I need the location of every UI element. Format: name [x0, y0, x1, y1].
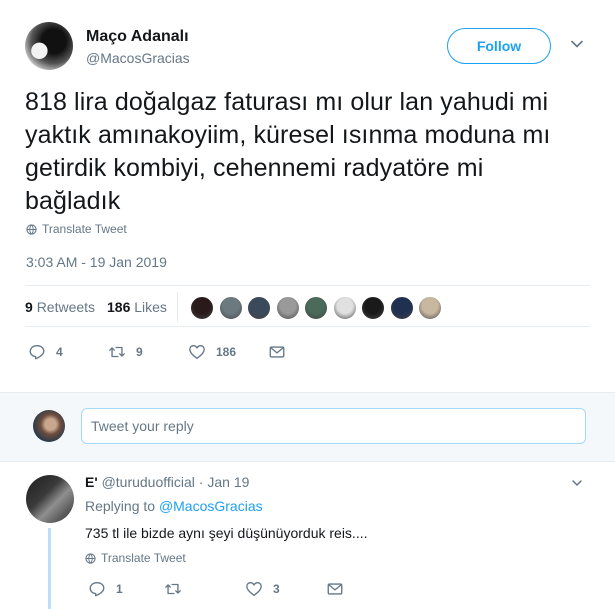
translate-tweet-link[interactable]: Translate Tweet: [26, 222, 127, 236]
author-name[interactable]: Maço Adanalı: [86, 28, 189, 46]
reply-header: E' @turuduofficial · Jan 19: [85, 474, 249, 490]
reply-action[interactable]: 1: [88, 580, 123, 598]
translate-reply-link[interactable]: Translate Tweet: [85, 551, 186, 565]
retweets-count: 9: [25, 299, 33, 315]
reply-count: 4: [56, 345, 63, 359]
liker-avatar[interactable]: [389, 296, 414, 320]
tweet-header: Maço Adanalı @MacosGracias Follow: [25, 20, 595, 72]
like-action[interactable]: 3: [245, 580, 280, 598]
direct-message-action[interactable]: [268, 343, 286, 361]
like-action[interactable]: 186: [188, 343, 236, 361]
liker-avatar[interactable]: [304, 296, 328, 320]
retweet-count: 9: [136, 345, 143, 359]
tweet-actions: 4 9 186: [28, 343, 328, 365]
chevron-down-icon[interactable]: [571, 477, 583, 489]
globe-icon: [85, 552, 96, 564]
reply-composer: Tweet your reply: [0, 392, 615, 462]
reply-text: 735 tl ile bizde aynı şeyi düşünüyorduk …: [85, 525, 368, 541]
tweet-text: 818 lira doğalgaz faturası mı olur lan y…: [25, 88, 551, 215]
direct-message-action[interactable]: [326, 580, 344, 598]
retweet-icon: [165, 583, 181, 595]
liker-avatar[interactable]: [332, 296, 357, 320]
liker-avatar[interactable]: [218, 296, 243, 320]
liker-avatar[interactable]: [275, 296, 300, 320]
replying-to-label: Replying to: [85, 498, 156, 514]
globe-icon: [26, 223, 37, 235]
retweet-icon: [109, 346, 125, 358]
heart-icon: [246, 582, 262, 596]
likes-label: Likes: [134, 299, 167, 315]
reply-actions: 1 3: [88, 580, 388, 600]
author-handle[interactable]: @MacosGracias: [86, 50, 190, 66]
like-count: 186: [216, 345, 237, 359]
reply-count: 1: [116, 582, 123, 596]
reply-icon: [89, 582, 105, 597]
replying-to: Replying to @MacosGracias: [85, 498, 263, 514]
reply-tweet[interactable]: E' @turuduofficial · Jan 19 Replying to …: [0, 462, 615, 609]
reply-author-avatar[interactable]: [26, 475, 74, 523]
envelope-icon: [327, 583, 343, 595]
like-count: 3: [273, 582, 280, 596]
retweets-stat[interactable]: 9 Retweets: [25, 299, 95, 315]
liker-avatar[interactable]: [418, 296, 442, 320]
reply-separator: ·: [198, 474, 204, 490]
reply-action[interactable]: 4: [28, 343, 63, 361]
translate-label: Translate Tweet: [42, 222, 127, 236]
reply-author-handle[interactable]: @turuduofficial: [102, 474, 195, 490]
heart-icon: [189, 345, 205, 359]
retweet-action[interactable]: [164, 580, 192, 598]
reply-date[interactable]: Jan 19: [207, 474, 249, 490]
liker-avatar[interactable]: [190, 296, 214, 320]
liker-avatar[interactable]: [247, 296, 271, 320]
envelope-icon: [269, 346, 285, 358]
retweets-label: Retweets: [36, 299, 96, 315]
liker-avatar[interactable]: [361, 296, 385, 320]
likes-stat[interactable]: 186 Likes: [107, 299, 167, 315]
current-user-avatar: [33, 410, 65, 442]
reply-icon: [29, 345, 45, 360]
stats-divider: [177, 292, 178, 322]
thread-line: [48, 528, 51, 609]
follow-button[interactable]: Follow: [447, 28, 551, 64]
likes-count: 186: [107, 299, 131, 315]
reply-input[interactable]: Tweet your reply: [81, 408, 586, 444]
translate-label: Translate Tweet: [101, 551, 186, 565]
chevron-down-icon[interactable]: [570, 37, 584, 51]
tweet-timestamp[interactable]: 3:03 AM - 19 Jan 2019: [26, 254, 167, 270]
retweet-action[interactable]: 9: [108, 343, 143, 361]
replying-to-handle[interactable]: @MacosGracias: [159, 498, 263, 514]
author-avatar[interactable]: [25, 22, 73, 70]
tweet-stats: 9 Retweets 186 Likes: [25, 285, 590, 327]
reply-author-name[interactable]: E': [85, 474, 98, 490]
